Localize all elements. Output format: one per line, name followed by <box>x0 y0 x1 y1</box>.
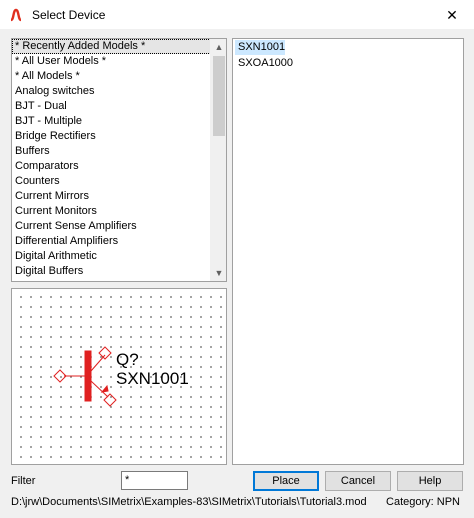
scroll-up-arrow-icon[interactable]: ▲ <box>211 39 226 55</box>
model-list-row[interactable]: SXOA1000 <box>233 55 463 71</box>
category-list-item[interactable]: * All Models * <box>12 69 211 84</box>
category-scrollbar[interactable]: ▲ ▼ <box>210 39 226 281</box>
window-title: Select Device <box>32 7 106 22</box>
category-list-item[interactable]: Current Mirrors <box>12 189 211 204</box>
category-list-item[interactable]: Current Monitors <box>12 204 211 219</box>
category-list-item[interactable]: Analog switches <box>12 84 211 99</box>
model-list-item[interactable]: SXOA1000 <box>235 56 293 71</box>
title-bar: Select Device ✕ <box>0 0 474 30</box>
close-button[interactable]: ✕ <box>430 0 474 30</box>
category-list-item[interactable]: BJT - Dual <box>12 99 211 114</box>
category-list-item[interactable]: Digital Buffers <box>12 264 211 279</box>
scroll-down-arrow-icon[interactable]: ▼ <box>211 265 226 281</box>
category-list[interactable]: * Recently Added Models * * All User Mode… <box>11 38 227 282</box>
cancel-button-label: Cancel <box>340 475 376 487</box>
category-list-item[interactable]: Differential Amplifiers <box>12 234 211 249</box>
category-list-item[interactable]: Bridge Rectifiers <box>12 129 211 144</box>
category-list-item[interactable]: * All User Models * <box>12 54 211 69</box>
model-list[interactable]: SXN1001 SXOA1000 <box>232 38 464 465</box>
model-list-item[interactable]: SXN1001 <box>235 40 286 55</box>
scroll-thumb[interactable] <box>213 56 225 136</box>
category-list-item[interactable]: Digital Arithmetic <box>12 249 211 264</box>
cancel-button[interactable]: Cancel <box>325 471 391 491</box>
close-icon: ✕ <box>446 6 458 23</box>
model-name-label: SXN1001 <box>116 369 189 388</box>
model-category: Category: NPN <box>386 496 460 508</box>
place-button[interactable]: Place <box>253 471 319 491</box>
category-list-item[interactable]: Comparators <box>12 159 211 174</box>
filter-label: Filter <box>11 475 36 487</box>
help-button[interactable]: Help <box>397 471 463 491</box>
category-list-item[interactable]: Counters <box>12 174 211 189</box>
category-list-item[interactable]: BJT - Multiple <box>12 114 211 129</box>
filter-input[interactable]: * <box>121 471 188 490</box>
help-button-label: Help <box>418 475 442 487</box>
model-file-path: D:\jrw\Documents\SIMetrix\Examples-83\SI… <box>11 496 367 508</box>
category-list-item[interactable]: Current Sense Amplifiers <box>12 219 211 234</box>
chevron-down-icon: ▼ <box>214 268 224 278</box>
chevron-up-icon: ▲ <box>214 42 224 52</box>
category-list-item[interactable]: * Recently Added Models * <box>12 39 211 54</box>
category-items: * Recently Added Models * * All User Mode… <box>12 39 211 279</box>
simetrix-app-icon <box>8 7 24 23</box>
place-button-label: Place <box>272 475 300 487</box>
symbol-preview: Q? SXN1001 <box>11 288 227 465</box>
category-list-item[interactable]: Buffers <box>12 144 211 159</box>
reference-label: Q? <box>116 350 139 369</box>
model-list-row[interactable]: SXN1001 <box>233 39 463 55</box>
